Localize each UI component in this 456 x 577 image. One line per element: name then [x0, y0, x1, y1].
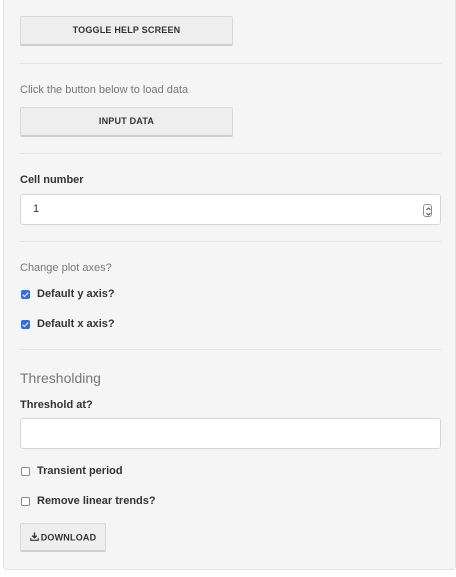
change-axes-prompt: Change plot axes? — [20, 262, 112, 274]
thresholding-heading: Thresholding — [20, 370, 101, 386]
default-y-axis-checkbox[interactable]: Default y axis? — [21, 287, 115, 301]
transient-period-label: Transient period — [37, 465, 123, 477]
cell-number-input[interactable]: 1 — [20, 194, 441, 225]
load-data-hint: Click the button below to load data — [20, 84, 189, 96]
cell-number-value: 1 — [33, 203, 40, 215]
checkbox-unchecked-icon[interactable] — [21, 496, 30, 506]
transient-period-checkbox[interactable]: Transient period — [21, 464, 123, 478]
divider — [20, 153, 441, 154]
default-x-axis-label: Default x axis? — [37, 318, 115, 330]
download-button[interactable]: DOWNLOAD — [20, 523, 106, 552]
default-y-axis-label: Default y axis? — [37, 288, 115, 300]
divider — [20, 349, 441, 350]
threshold-input[interactable] — [20, 418, 441, 449]
default-x-axis-checkbox[interactable]: Default x axis? — [21, 317, 115, 331]
threshold-label: Threshold at? — [20, 399, 93, 411]
remove-linear-trends-label: Remove linear trends? — [37, 495, 156, 507]
number-stepper-icon[interactable] — [423, 204, 432, 217]
sidebar-panel: TOGGLE HELP SCREEN Click the button belo… — [3, 0, 456, 570]
input-data-button[interactable]: INPUT DATA — [20, 107, 233, 137]
checkbox-checked-icon[interactable] — [21, 319, 30, 329]
checkbox-unchecked-icon[interactable] — [21, 466, 30, 476]
divider — [20, 63, 441, 64]
download-label: DOWNLOAD — [40, 532, 97, 543]
checkbox-checked-icon[interactable] — [21, 289, 30, 299]
divider — [20, 241, 441, 242]
download-icon — [29, 525, 39, 551]
toggle-help-button[interactable]: TOGGLE HELP SCREEN — [20, 16, 233, 46]
cell-number-label: Cell number — [20, 174, 84, 186]
remove-linear-trends-checkbox[interactable]: Remove linear trends? — [21, 494, 156, 508]
